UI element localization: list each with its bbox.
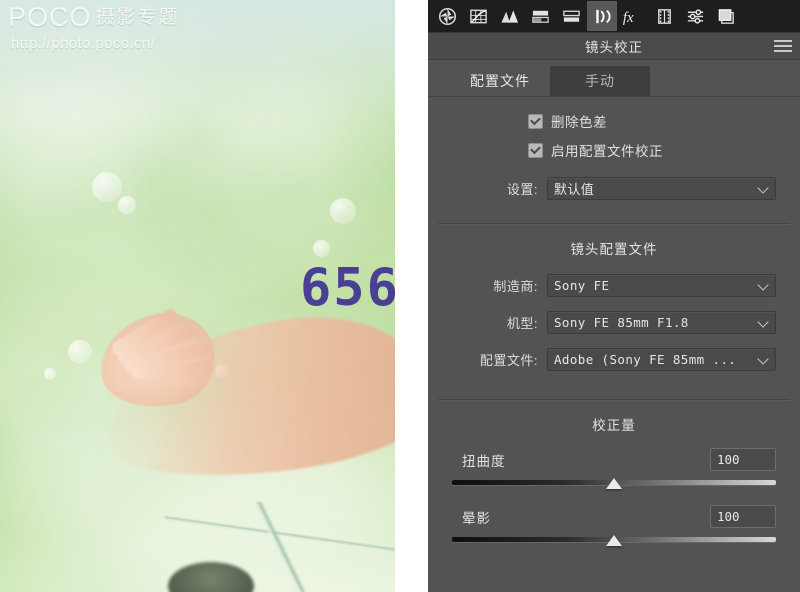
checkbox-remove-chromatic-aberration[interactable]: 删除色差 — [528, 111, 800, 131]
make-row: 制造商: Sony FE — [428, 274, 800, 297]
slider-vignetting: 晕影 100 — [452, 505, 776, 548]
snapshots-stack-icon[interactable] — [711, 1, 741, 31]
slider-label: 扭曲度 — [462, 453, 506, 469]
lens-correction-panel: fx 镜头校正 配置文件 手动 删除色差 启用配置文件校正 设置: 默认值 镜头… — [428, 0, 800, 592]
panel-body: 删除色差 启用配置文件校正 设置: 默认值 镜头配置文件 制造商: Sony F… — [428, 97, 800, 592]
photo-preview[interactable]: POCO摄影专题 http://photo.poco.cn/ 656454 — [0, 0, 395, 592]
make-label: 制造商: — [493, 279, 538, 294]
slider-handle[interactable] — [606, 535, 622, 546]
tab-profile[interactable]: 配置文件 — [450, 66, 550, 96]
basic-icon[interactable] — [432, 1, 462, 31]
model-select[interactable]: Sony FE 85mm F1.8 — [547, 311, 776, 334]
panel-title-bar: 镜头校正 — [428, 32, 800, 60]
model-value: Sony FE 85mm F1.8 — [554, 315, 689, 330]
profile-value: Adobe (Sony FE 85mm ... — [554, 352, 737, 367]
profile-row: 配置文件: Adobe (Sony FE 85mm ... — [428, 348, 800, 371]
panel-toolbar: fx — [428, 0, 800, 32]
model-row: 机型: Sony FE 85mm F1.8 — [428, 311, 800, 334]
divider — [438, 399, 790, 401]
chevron-down-icon — [759, 355, 768, 364]
calibration-filmstrip-icon[interactable] — [649, 1, 679, 31]
overlay-digits: 656454 — [300, 258, 395, 318]
canvas-gap — [395, 0, 428, 592]
setup-label: 设置: — [506, 182, 538, 197]
checkbox-label: 启用配置文件校正 — [551, 144, 663, 159]
checkbox-icon[interactable] — [528, 113, 543, 129]
slider-handle[interactable] — [606, 478, 622, 489]
chevron-down-icon — [759, 318, 768, 327]
slider-value-input[interactable]: 100 — [710, 448, 776, 471]
screenshot-root: POCO摄影专题 http://photo.poco.cn/ 656454 — [0, 0, 800, 592]
correction-section-title: 校正量 — [592, 418, 636, 433]
slider-label: 晕影 — [462, 510, 491, 526]
lens-correction-icon[interactable] — [587, 1, 617, 31]
setup-row: 设置: 默认值 — [428, 177, 800, 200]
profile-label: 配置文件: — [479, 353, 538, 368]
photo-haze — [0, 0, 395, 120]
checkbox-label: 删除色差 — [551, 115, 607, 130]
presets-sliders-icon[interactable] — [680, 1, 710, 31]
split-toning-icon[interactable] — [525, 1, 555, 31]
setup-value: 默认值 — [554, 182, 595, 197]
chevron-down-icon — [759, 184, 768, 193]
slider-track-wrap[interactable] — [452, 475, 776, 491]
hamburger-menu-icon[interactable] — [774, 40, 792, 52]
checkbox-group: 删除色差 启用配置文件校正 — [428, 97, 800, 160]
model-label: 机型: — [506, 316, 538, 331]
slider-header: 晕影 100 — [452, 505, 776, 528]
chevron-down-icon — [759, 281, 768, 290]
checkbox-enable-profile-corrections[interactable]: 启用配置文件校正 — [528, 140, 800, 160]
slider-header: 扭曲度 100 — [452, 448, 776, 471]
panel-title: 镜头校正 — [585, 40, 643, 55]
make-select[interactable]: Sony FE — [547, 274, 776, 297]
slider-value-input[interactable]: 100 — [710, 505, 776, 528]
profile-select[interactable]: Adobe (Sony FE 85mm ... — [547, 348, 776, 371]
setup-select[interactable]: 默认值 — [547, 177, 776, 200]
tab-manual[interactable]: 手动 — [550, 66, 650, 96]
slider-distortion: 扭曲度 100 — [452, 448, 776, 491]
make-value: Sony FE — [554, 278, 610, 293]
detail-icon[interactable] — [556, 1, 586, 31]
slider-track-wrap[interactable] — [452, 532, 776, 548]
tone-curve-icon[interactable] — [463, 1, 493, 31]
panel-tabs: 配置文件 手动 — [428, 60, 800, 97]
lens-profile-section-title: 镜头配置文件 — [570, 242, 658, 257]
checkbox-icon[interactable] — [528, 142, 543, 158]
svg-text:fx: fx — [623, 10, 634, 26]
divider — [438, 223, 790, 225]
hsl-color-icon[interactable] — [494, 1, 524, 31]
effects-fx-icon[interactable]: fx — [618, 1, 648, 31]
